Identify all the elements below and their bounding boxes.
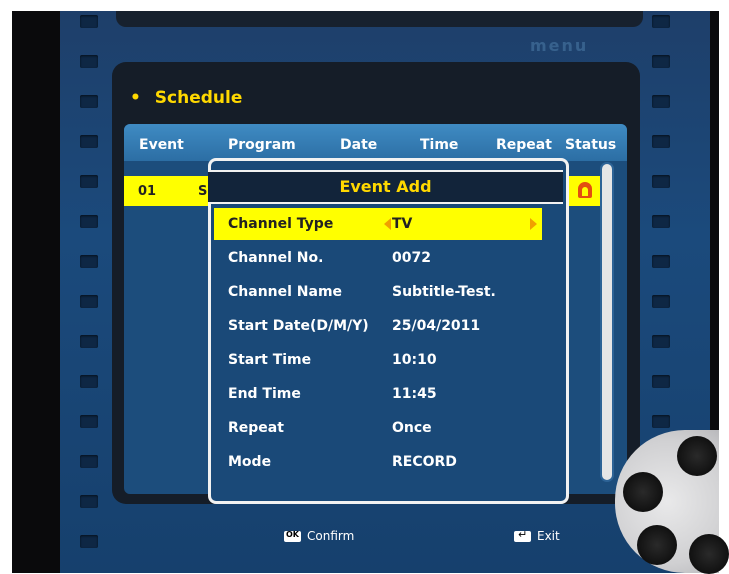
field-value: TV	[392, 216, 413, 232]
field-label: Mode	[228, 454, 272, 470]
field-value: 25/04/2011	[392, 318, 481, 334]
field-label: End Time	[228, 386, 301, 402]
exit-hint[interactable]: Exit	[514, 528, 560, 543]
field-value: 11:45	[392, 386, 437, 402]
field-value: 10:10	[392, 352, 437, 368]
ok-key-icon	[284, 530, 301, 542]
field-channel-no[interactable]: Channel No. 0072	[214, 242, 542, 274]
column-repeat: Repeat	[496, 137, 552, 153]
exit-key-icon	[514, 528, 531, 542]
field-mode[interactable]: Mode RECORD	[214, 446, 542, 478]
page-title: • Schedule	[130, 88, 242, 108]
confirm-hint[interactable]: Confirm	[284, 529, 354, 543]
field-value: Subtitle-Test.	[392, 284, 496, 300]
field-repeat[interactable]: Repeat Once	[214, 412, 542, 444]
column-event: Event	[139, 137, 184, 153]
column-date: Date	[340, 137, 378, 153]
scrollbar-thumb[interactable]	[602, 164, 612, 480]
field-channel-name[interactable]: Channel Name Subtitle-Test.	[214, 276, 542, 308]
column-program: Program	[228, 137, 296, 153]
left-arrow-icon[interactable]	[384, 218, 391, 230]
reel-hole	[623, 472, 663, 512]
field-label: Channel No.	[228, 250, 324, 266]
field-channel-type[interactable]: Channel Type TV	[214, 208, 542, 240]
field-label: Start Date(D/M/Y)	[228, 318, 369, 334]
page-title-text: Schedule	[154, 88, 243, 108]
field-value: 0072	[392, 250, 431, 266]
reel-hole	[637, 525, 677, 565]
reel-hole	[689, 534, 729, 574]
right-arrow-icon[interactable]	[530, 218, 537, 230]
field-end-time[interactable]: End Time 11:45	[214, 378, 542, 410]
column-time: Time	[420, 137, 459, 153]
film-holes-left	[72, 11, 106, 573]
row-event-id: 01	[138, 184, 157, 199]
field-start-time[interactable]: Start Time 10:10	[214, 344, 542, 376]
field-label: Channel Name	[228, 284, 343, 300]
field-value: Once	[392, 420, 432, 436]
column-status: Status	[565, 137, 617, 153]
exit-label: Exit	[537, 529, 560, 543]
confirm-label: Confirm	[307, 529, 355, 543]
field-label: Channel Type	[228, 216, 334, 232]
field-label: Repeat	[228, 420, 284, 436]
field-label: Start Time	[228, 352, 312, 368]
field-value: RECORD	[392, 454, 457, 470]
bullet-icon: •	[130, 88, 141, 108]
row-program: S	[198, 184, 208, 199]
top-bar	[116, 11, 643, 27]
reel-hole	[677, 436, 717, 476]
record-status-icon	[578, 182, 592, 198]
dialog-title: Event Add	[208, 170, 563, 204]
menu-logo: menu	[530, 36, 589, 55]
field-start-date[interactable]: Start Date(D/M/Y) 25/04/2011	[214, 310, 542, 342]
